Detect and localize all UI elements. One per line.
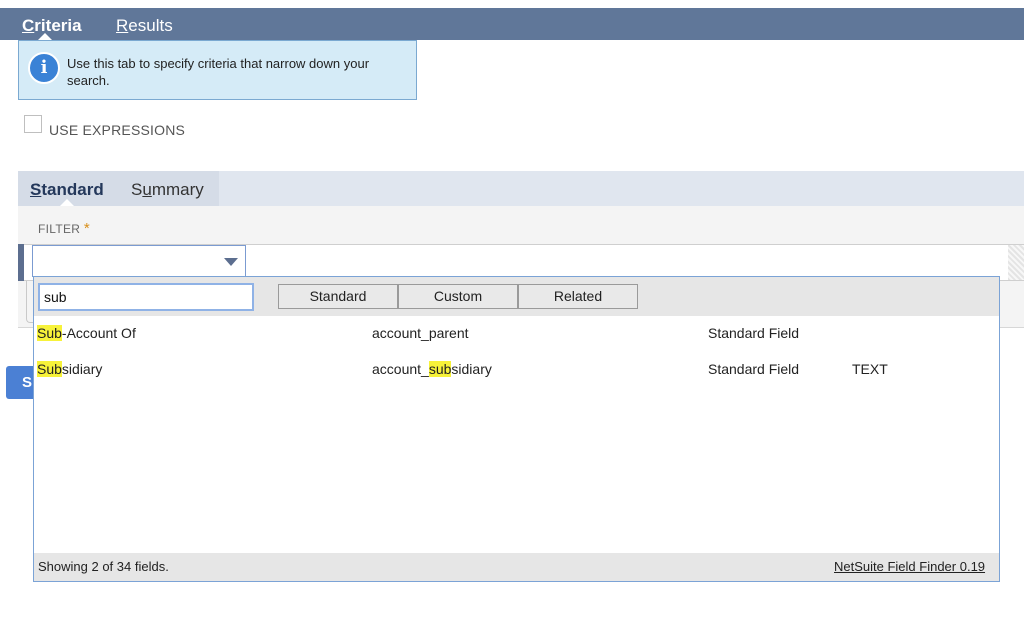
active-tab-caret [38,33,52,40]
field-id-suffix: sidiary [451,361,491,377]
use-expressions-label: USE EXPRESSIONS [49,122,185,138]
subtab-summary[interactable]: Summary [131,180,204,200]
results-count-status: Showing 2 of 34 fields. [38,559,169,574]
field-label: Sub-Account Of [37,325,136,341]
field-source: Standard Field [708,325,799,341]
row-marker [18,244,24,281]
field-source: Standard Field [708,361,799,377]
field-id-prefix: account_ [372,361,429,377]
filter-standard-button[interactable]: Standard [278,284,398,309]
tab-results[interactable]: Results [116,16,173,36]
filter-select[interactable] [32,245,246,277]
active-subtab-caret [60,199,74,206]
match-highlight: sub [429,361,452,377]
field-type: TEXT [852,361,888,377]
filter-custom-button[interactable]: Custom [398,284,518,309]
row-hatch-edge [1008,245,1024,280]
filter-related-button[interactable]: Related [518,284,638,309]
subtab-standard[interactable]: Standard [30,180,104,200]
field-label-rest: -Account Of [62,325,136,341]
required-marker: * [84,220,90,237]
field-result-row[interactable]: Sub-Account Of account_parent Standard F… [34,316,999,352]
submit-button[interactable]: S [6,366,36,399]
field-label: Subsidiary [37,361,102,377]
filter-label: FILTER [38,222,80,236]
field-id-text: account_parent [372,325,469,341]
field-result-row[interactable]: Subsidiary account_subsidiary Standard F… [34,352,999,388]
field-label-rest: sidiary [62,361,102,377]
filter-column-header: FILTER * [38,220,90,237]
field-search-input[interactable] [38,283,254,311]
field-finder-version-link[interactable]: NetSuite Field Finder 0.19 [834,559,985,574]
info-message-text: Use this tab to specify criteria that na… [67,55,407,89]
match-highlight: Sub [37,361,62,377]
info-message-box: i Use this tab to specify criteria that … [18,40,417,100]
field-id: account_parent [372,325,469,341]
info-icon: i [28,52,60,84]
match-highlight: Sub [37,325,62,341]
chevron-down-icon[interactable] [224,258,238,266]
field-id: account_subsidiary [372,361,492,377]
use-expressions-checkbox[interactable] [24,115,42,133]
